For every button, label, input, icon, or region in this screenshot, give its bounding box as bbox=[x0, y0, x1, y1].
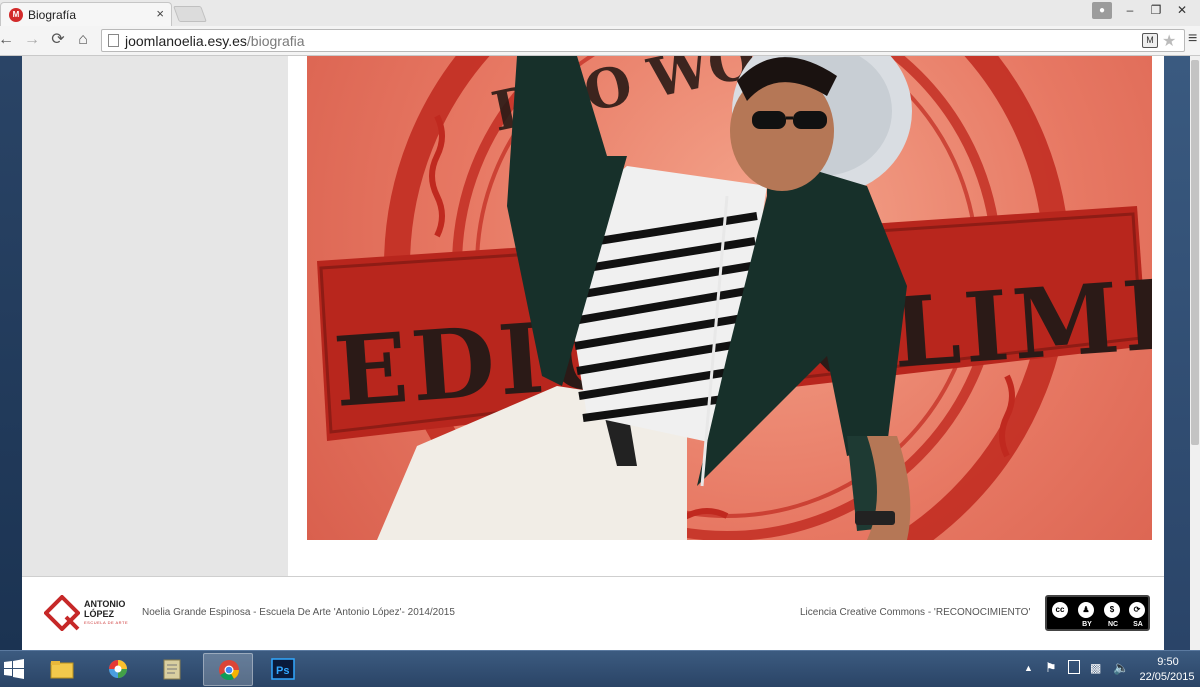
windows-start-icon[interactable] bbox=[3, 658, 25, 680]
action-center-flag-icon[interactable]: ⚑ bbox=[1045, 660, 1057, 676]
page-background-right bbox=[1164, 56, 1190, 650]
footer-license[interactable]: Licencia Creative Commons - 'RECONOCIMIE… bbox=[800, 607, 1030, 618]
chrome-icon bbox=[219, 660, 240, 681]
cc-icon: cc bbox=[1050, 600, 1070, 620]
power-icon[interactable] bbox=[1068, 660, 1080, 674]
favicon-icon: M bbox=[9, 8, 23, 22]
show-hidden-icons-icon[interactable]: ▲ bbox=[1024, 663, 1033, 673]
photoshop-label: Ps bbox=[276, 665, 289, 677]
taskbar-notepad[interactable] bbox=[147, 653, 197, 686]
menu-icon[interactable]: ≡ bbox=[1188, 30, 1197, 48]
tab-biografia[interactable]: M Biografía × bbox=[0, 2, 172, 26]
new-tab-button[interactable] bbox=[173, 6, 207, 22]
sidebar bbox=[22, 56, 288, 576]
taskbar-internet-explorer[interactable] bbox=[93, 653, 143, 686]
home-icon[interactable]: ⌂ bbox=[73, 30, 93, 50]
url-path: /biografia bbox=[246, 33, 305, 49]
cc-label-by: BY bbox=[1082, 621, 1092, 628]
browser-chrome: M Biografía × ● – ❐ ✕ ← → ⟳ ⌂ joomlanoel… bbox=[0, 0, 1200, 56]
network-signal-icon[interactable]: ▩ bbox=[1090, 661, 1101, 675]
vertical-scrollbar[interactable] bbox=[1190, 56, 1200, 650]
web-page: DOO WOPS EDICIÓN LIMITADA bbox=[0, 56, 1200, 650]
creative-commons-badge[interactable]: cc ♟ $ ⟳ BY NC SA bbox=[1045, 595, 1150, 631]
volume-icon[interactable]: 🔈 bbox=[1113, 660, 1129, 676]
photo-illustration: DOO WOPS EDICIÓN LIMITADA bbox=[317, 56, 1152, 540]
cc-label-nc: NC bbox=[1107, 621, 1119, 628]
sharealike-icon: ⟳ bbox=[1127, 600, 1147, 620]
back-icon[interactable]: ← bbox=[0, 30, 16, 50]
attribution-icon: ♟ bbox=[1076, 600, 1096, 620]
forward-icon[interactable]: → bbox=[22, 30, 42, 50]
browser-toolbar: ← → ⟳ ⌂ joomlanoelia.esy.es/biografia M … bbox=[0, 26, 1200, 56]
school-logo-icon[interactable] bbox=[44, 595, 80, 631]
bookmark-star-icon[interactable]: ★ bbox=[1162, 31, 1176, 51]
minimize-button[interactable]: – bbox=[1120, 0, 1140, 20]
tab-close-icon[interactable]: × bbox=[156, 6, 164, 21]
url-host: joomlanoelia.esy.es bbox=[125, 33, 247, 49]
photoshop-icon: Ps bbox=[271, 658, 295, 680]
folder-icon bbox=[50, 661, 74, 679]
taskbar-file-explorer[interactable] bbox=[37, 653, 87, 686]
reload-icon[interactable]: ⟳ bbox=[48, 30, 68, 50]
main-content: DOO WOPS EDICIÓN LIMITADA bbox=[288, 56, 1164, 576]
notepad-icon bbox=[163, 659, 181, 680]
footer-credit: Noelia Grande Espinosa - Escuela De Arte… bbox=[142, 607, 455, 618]
address-bar[interactable]: joomlanoelia.esy.es/biografia M ★ bbox=[101, 29, 1185, 52]
page-background-left bbox=[0, 56, 22, 650]
page-icon bbox=[108, 34, 119, 47]
clock-time[interactable]: 9:50 bbox=[1148, 656, 1188, 668]
noncommercial-icon: $ bbox=[1102, 600, 1122, 620]
scrollbar-thumb[interactable] bbox=[1191, 60, 1199, 445]
browser-globe-icon bbox=[109, 660, 127, 678]
tab-strip: M Biografía × ● – ❐ ✕ bbox=[0, 0, 1200, 26]
school-logo-line2: LÓPEZ bbox=[84, 609, 115, 619]
tab-title: Biografía bbox=[28, 8, 77, 22]
taskbar-photoshop[interactable]: Ps bbox=[258, 653, 308, 686]
school-logo-subtitle: ESCUELA DE ARTE bbox=[84, 620, 129, 625]
extension-icon[interactable]: M bbox=[1142, 33, 1158, 48]
url-text[interactable]: joomlanoelia.esy.es/biografia bbox=[125, 33, 305, 49]
school-logo-name: ANTONIO LÓPEZ bbox=[84, 599, 125, 619]
biography-photo: DOO WOPS EDICIÓN LIMITADA bbox=[307, 56, 1152, 540]
maximize-button[interactable]: ❐ bbox=[1146, 0, 1166, 20]
site-footer: ANTONIO LÓPEZ ESCUELA DE ARTE Noelia Gra… bbox=[22, 576, 1164, 650]
school-logo-line1: ANTONIO bbox=[84, 599, 126, 609]
windows-taskbar: Ps ▲ ⚑ ▩ 🔈 9:50 22/05/2015 bbox=[0, 650, 1200, 687]
user-icon[interactable]: ● bbox=[1092, 2, 1112, 19]
clock-date[interactable]: 22/05/2015 bbox=[1136, 671, 1198, 683]
taskbar-chrome[interactable] bbox=[203, 653, 253, 686]
cc-label-sa: SA bbox=[1133, 621, 1143, 628]
close-window-button[interactable]: ✕ bbox=[1170, 0, 1194, 20]
